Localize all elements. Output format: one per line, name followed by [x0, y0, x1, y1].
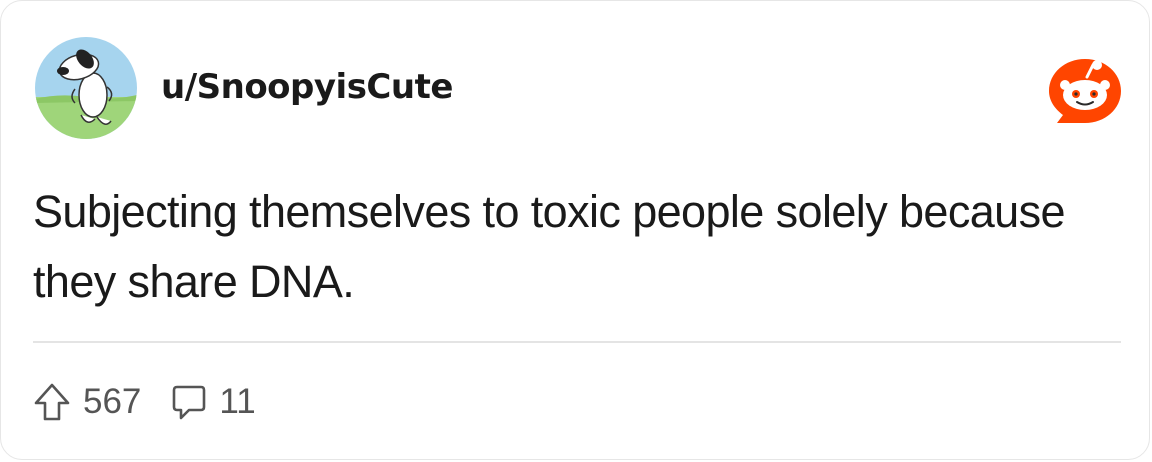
comment-bubble-icon[interactable]	[171, 383, 207, 421]
upvote-arrow-icon[interactable]	[33, 382, 71, 422]
post-actions: 567 11	[33, 379, 256, 425]
reddit-logo-icon	[1047, 55, 1123, 127]
comment-button[interactable]: 11	[141, 382, 256, 422]
post-body-text: Subjecting themselves to toxic people so…	[33, 186, 1066, 307]
upvote-count: 567	[83, 382, 142, 421]
avatar[interactable]	[35, 37, 137, 139]
comment-count: 11	[219, 382, 256, 421]
username[interactable]: u/SnoopyisCute	[161, 65, 453, 109]
upvote-button[interactable]: 567	[33, 382, 141, 422]
divider	[33, 341, 1121, 343]
post-card[interactable]: u/SnoopyisCute Subjecting themselves to …	[0, 0, 1150, 460]
